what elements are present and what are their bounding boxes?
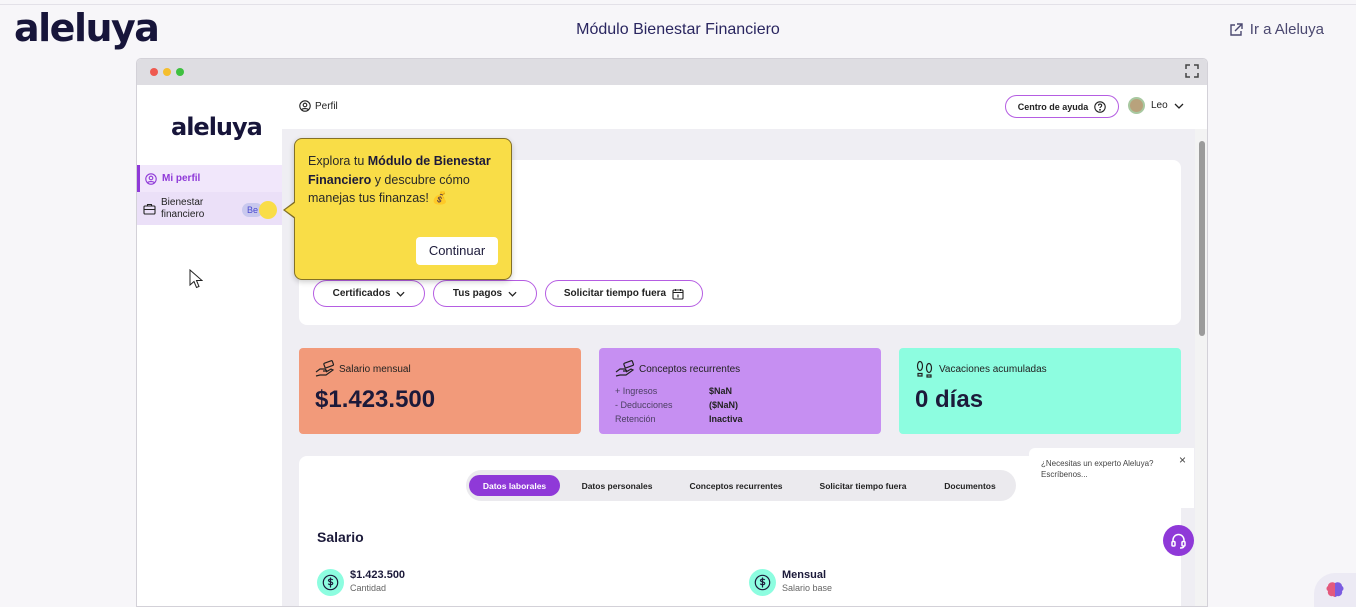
continue-button[interactable]: Continuar: [416, 237, 498, 265]
page-title: Módulo Bienestar Financiero: [576, 21, 780, 38]
salary-base-label: Salario base: [782, 583, 833, 593]
dollar-icon: [749, 569, 776, 596]
tooltip-arrow-fill: [285, 202, 296, 218]
dollar-icon: [317, 569, 344, 596]
card-value: 0 días: [915, 386, 984, 413]
certificados-button[interactable]: Certificados: [313, 280, 425, 307]
fullscreen-icon[interactable]: [1185, 64, 1199, 78]
external-link-icon: [1230, 22, 1243, 36]
user-circle-icon: [145, 172, 157, 185]
briefcase-icon: [143, 203, 156, 215]
row-value: ($NaN): [709, 400, 739, 410]
tab-datos-laborales[interactable]: Datos laborales: [469, 475, 560, 496]
expert-text: ¿Necesitas un experto Aleluya? Escríbeno…: [1041, 459, 1154, 479]
concept-row: - Deducciones ($NaN): [615, 398, 865, 412]
user-menu[interactable]: Leo: [1128, 97, 1184, 114]
close-dot-icon[interactable]: [150, 68, 158, 76]
tus-pagos-label: Tus pagos: [452, 288, 503, 299]
go-link-label: Ir a Aleluya: [1249, 21, 1324, 38]
card-title: Vacaciones acumuladas: [939, 363, 1047, 375]
salary-base-value: Mensual: [782, 569, 827, 581]
row-value: $NaN: [709, 386, 733, 396]
row-value: Inactiva: [709, 414, 743, 424]
tus-pagos-button[interactable]: Tus pagos: [433, 280, 537, 307]
hand-money-icon: [615, 360, 635, 377]
card-value: $1.423.500: [315, 386, 436, 413]
user-circle-icon: [299, 100, 311, 112]
tab-bar: Datos laborales Datos personales Concept…: [466, 470, 1016, 501]
minimize-dot-icon[interactable]: [163, 68, 171, 76]
chevron-down-icon: [1174, 103, 1184, 109]
headset-support-icon[interactable]: [1163, 525, 1194, 556]
highlight-pulse: [259, 201, 277, 219]
salario-mensual-card: Salario mensual $1.423.500: [299, 348, 581, 434]
sidebar-item-label: Mi perfil: [162, 173, 201, 184]
tab-documentos[interactable]: Documentos: [928, 475, 1012, 496]
tab-datos-personales[interactable]: Datos personales: [566, 475, 668, 496]
brain-assistant-icon[interactable]: [1314, 573, 1356, 607]
sidebar-item-mi-perfil[interactable]: Mi perfil: [137, 165, 282, 192]
expert-chat-prompt[interactable]: ¿Necesitas un experto Aleluya? Escríbeno…: [1029, 448, 1194, 508]
salary-label: Cantidad: [350, 583, 387, 593]
top-divider: [0, 4, 1356, 5]
maximize-dot-icon[interactable]: [176, 68, 184, 76]
salary-base: Mensual Salario base: [749, 569, 832, 596]
concept-row: + Ingresos $NaN: [615, 384, 865, 398]
tab-solicitar-tiempo[interactable]: Solicitar tiempo fuera: [804, 475, 922, 496]
mouse-cursor-icon: [189, 269, 203, 289]
card-title: Salario mensual: [339, 363, 411, 375]
scrollbar[interactable]: [1195, 129, 1207, 606]
close-icon[interactable]: ×: [1179, 454, 1186, 466]
avatar: [1128, 97, 1145, 114]
conceptos-recurrentes-card: Conceptos recurrentes + Ingresos $NaN - D…: [599, 348, 881, 434]
concept-row: Retención Inactiva: [615, 412, 865, 426]
row-label: - Deducciones: [615, 400, 673, 410]
tab-conceptos-recurrentes[interactable]: Conceptos recurrentes: [674, 475, 798, 496]
row-label: Retención: [615, 414, 656, 424]
browser-chrome: [137, 59, 1207, 85]
hand-money-icon: [315, 360, 335, 377]
tooltip-text-pre: Explora tu: [308, 154, 368, 168]
chevron-down-icon: [396, 291, 405, 297]
sidebar-item-bienestar[interactable]: Bienestar financiero Be: [137, 192, 282, 225]
top-bar: Perfil Centro de ayuda Leo: [282, 85, 1207, 129]
user-name: Leo: [1151, 100, 1168, 111]
perfil-label: Perfil: [315, 100, 338, 112]
salary-value: $1.423.500: [350, 569, 406, 581]
onboarding-tooltip: Explora tu Módulo de Bienestar Financier…: [294, 138, 512, 280]
solicitar-tiempo-label: Solicitar tiempo fuera: [563, 288, 667, 299]
vacaciones-card: Vacaciones acumuladas 0 días: [899, 348, 1181, 434]
footprints-icon: [916, 360, 933, 378]
solicitar-tiempo-button[interactable]: Solicitar tiempo fuera: [545, 280, 703, 307]
perfil-link[interactable]: Perfil: [299, 100, 338, 112]
question-circle-icon: [1094, 100, 1106, 113]
sidebar: aleluya Mi perfil Bienestar financiero B…: [137, 85, 282, 606]
salary-amount: $1.423.500 Cantidad: [317, 569, 405, 596]
help-center-button[interactable]: Centro de ayuda: [1005, 95, 1119, 118]
go-to-aleluya-link[interactable]: Ir a Aleluya: [1229, 21, 1324, 38]
calendar-icon: [672, 288, 684, 300]
sidebar-logo[interactable]: aleluya: [171, 113, 263, 141]
scrollbar-thumb[interactable]: [1199, 141, 1205, 336]
certificados-label: Certificados: [332, 288, 391, 299]
sidebar-item-label: Bienestar financiero: [161, 196, 205, 220]
help-center-label: Centro de ayuda: [1017, 101, 1089, 112]
chevron-down-icon: [508, 291, 517, 297]
salario-title: Salario: [317, 529, 364, 545]
concept-rows: + Ingresos $NaN - Deducciones ($NaN) Reten…: [615, 384, 865, 426]
card-title: Conceptos recurrentes: [639, 363, 741, 375]
row-label: + Ingresos: [615, 386, 658, 396]
